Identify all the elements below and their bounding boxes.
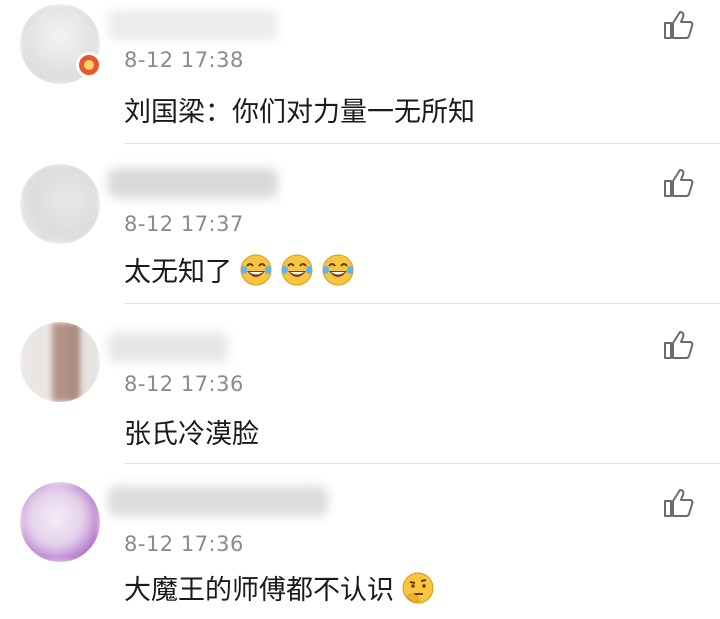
thumbs-up-icon[interactable]	[662, 8, 696, 42]
laugh-cry-icon	[240, 254, 272, 285]
comment-text-content: 大魔王的师傅都不认识	[124, 575, 394, 606]
thinking-face-icon	[402, 572, 434, 603]
comment-time: 8-12 17:38	[124, 48, 244, 72]
comment-item: 8-12 17:36 大魔王的师傅都不认识	[0, 464, 720, 619]
comment-time: 8-12 17:36	[124, 532, 244, 556]
avatar[interactable]	[20, 322, 100, 402]
comment-text-content: 太无知了	[124, 257, 232, 288]
comment-text-content: 张氏冷漠脸	[124, 419, 259, 450]
comment-item: 8-12 17:37 太无知了	[0, 144, 720, 304]
avatar[interactable]	[20, 482, 100, 562]
avatar[interactable]	[20, 164, 100, 244]
comment-text: 大魔王的师傅都不认识	[124, 568, 435, 607]
comment-time: 8-12 17:37	[124, 212, 244, 236]
comment-text: 张氏冷漠脸	[124, 412, 259, 451]
laugh-cry-icon	[322, 254, 354, 285]
verified-badge-icon	[76, 52, 102, 78]
thumbs-up-icon[interactable]	[662, 166, 696, 200]
comment-item: 8-12 17:36 张氏冷漠脸	[0, 304, 720, 464]
comment-text-content: 刘国梁：你们对力量一无所知	[124, 97, 475, 128]
username-blurred[interactable]	[108, 332, 228, 362]
comment-time: 8-12 17:36	[124, 372, 244, 396]
username-blurred[interactable]	[108, 486, 328, 516]
comment-text: 刘国梁：你们对力量一无所知	[124, 90, 475, 129]
thumbs-up-icon[interactable]	[662, 328, 696, 362]
username-blurred[interactable]	[108, 168, 278, 198]
laugh-cry-icon	[281, 254, 313, 285]
comment-text: 太无知了	[124, 250, 355, 289]
username-blurred[interactable]	[108, 10, 278, 40]
comment-item: 8-12 17:38 刘国梁：你们对力量一无所知	[0, 0, 720, 144]
thumbs-up-icon[interactable]	[662, 486, 696, 520]
